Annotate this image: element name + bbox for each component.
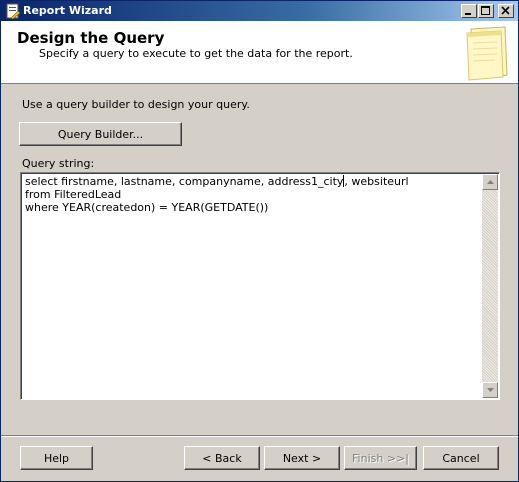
scroll-down-button[interactable] [482, 382, 498, 398]
maximize-icon [481, 6, 490, 15]
chevron-up-icon [487, 180, 494, 184]
window-title: Report Wizard [23, 4, 112, 17]
chevron-down-icon [487, 388, 494, 392]
page-subtitle: Specify a query to execute to get the da… [39, 47, 353, 60]
back-button[interactable]: < Back [184, 446, 260, 470]
query-line: select firstname, lastname, companyname,… [25, 175, 344, 188]
report-wizard-icon [5, 3, 21, 20]
wizard-header: Design the Query Specify a query to exec… [1, 21, 518, 84]
next-button[interactable]: Next > [264, 446, 340, 470]
query-line: where YEAR(createdon) = YEAR(GETDATE()) [25, 201, 269, 214]
minimize-button[interactable] [461, 4, 477, 18]
close-icon [501, 6, 510, 15]
query-line: , websiteurl [344, 175, 409, 188]
minimize-icon [465, 13, 471, 15]
title-bar[interactable]: Report Wizard [1, 1, 518, 21]
maximize-button[interactable] [478, 4, 494, 18]
query-line: from FilteredLead [25, 188, 122, 201]
page-title: Design the Query [17, 29, 165, 47]
query-string-input[interactable]: select firstname, lastname, companyname,… [20, 172, 500, 400]
query-string-label: Query string: [22, 157, 95, 170]
cancel-button[interactable]: Cancel [423, 446, 499, 470]
notepad-icon [461, 25, 509, 81]
vertical-scrollbar[interactable] [482, 174, 498, 398]
footer-divider [1, 435, 518, 437]
report-wizard-window: Report Wizard Design the Query Specify a… [0, 0, 519, 482]
close-button[interactable] [498, 4, 514, 18]
query-builder-button[interactable]: Query Builder... [19, 122, 182, 146]
finish-button[interactable]: Finish >>| [344, 446, 417, 470]
scroll-up-button[interactable] [482, 174, 498, 190]
query-text: select firstname, lastname, companyname,… [25, 175, 477, 214]
help-button[interactable]: Help [20, 446, 93, 470]
instruction-text: Use a query builder to design your query… [22, 98, 250, 111]
